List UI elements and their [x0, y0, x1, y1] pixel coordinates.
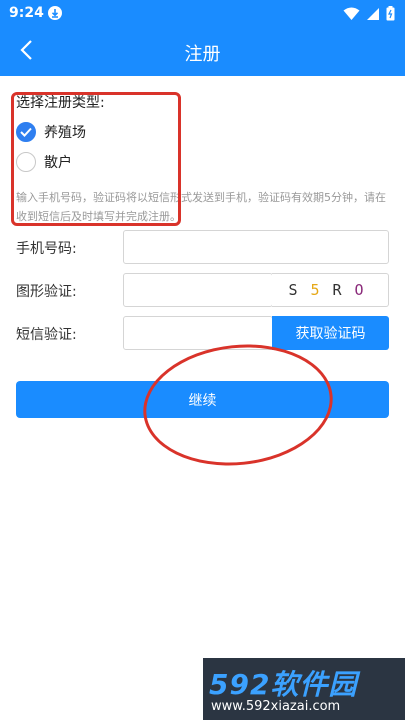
page-title: 注册	[184, 44, 221, 65]
continue-button[interactable]: 继续	[16, 381, 389, 418]
captcha-label: 图形验证:	[16, 284, 77, 300]
app-bar: 注册	[0, 28, 405, 76]
captcha-char: S	[288, 281, 298, 299]
hint-text: 输入手机号码，验证码将以短信形式发送到手机，验证码有效期5分钟，请在收到短信后及…	[16, 191, 386, 223]
captcha-char: R	[332, 281, 342, 299]
watermark-logo-text: 592软件园	[209, 668, 358, 701]
radio-checked-icon[interactable]	[16, 122, 36, 142]
radio-label-individual: 散户	[44, 155, 72, 171]
phone-input[interactable]	[123, 230, 389, 264]
status-bar: 9:24	[0, 0, 405, 28]
status-time: 9:24	[9, 5, 44, 21]
captcha-input[interactable]	[123, 273, 273, 307]
battery-icon	[386, 6, 395, 25]
watermark-logo: 592软件园 www.592xiazai.com	[203, 658, 405, 720]
sms-code-input[interactable]	[123, 316, 273, 350]
signal-icon	[366, 6, 380, 25]
wifi-icon	[343, 6, 360, 25]
watermark-url: www.592xiazai.com	[211, 699, 341, 714]
phone-row: 手机号码:	[16, 230, 389, 264]
get-sms-code-button[interactable]: 获取验证码	[272, 316, 389, 350]
sms-row: 短信验证: 获取验证码	[16, 316, 389, 350]
registration-type-section: 选择注册类型: 养殖场 散户	[16, 92, 105, 172]
registration-type-label: 选择注册类型:	[16, 95, 105, 111]
captcha-char: 5	[310, 281, 320, 299]
captcha-image[interactable]: S 5 R O	[272, 273, 389, 307]
download-icon	[48, 6, 62, 20]
captcha-row: 图形验证: S 5 R O	[16, 273, 389, 307]
phone-label: 手机号码:	[16, 241, 77, 257]
status-icons	[343, 6, 395, 25]
captcha-char: O	[354, 281, 364, 299]
radio-option-farm[interactable]: 养殖场	[16, 122, 105, 142]
sms-label: 短信验证:	[16, 327, 77, 343]
radio-option-individual[interactable]: 散户	[16, 152, 105, 172]
radio-unchecked-icon[interactable]	[16, 152, 36, 172]
radio-label-farm: 养殖场	[44, 125, 86, 141]
